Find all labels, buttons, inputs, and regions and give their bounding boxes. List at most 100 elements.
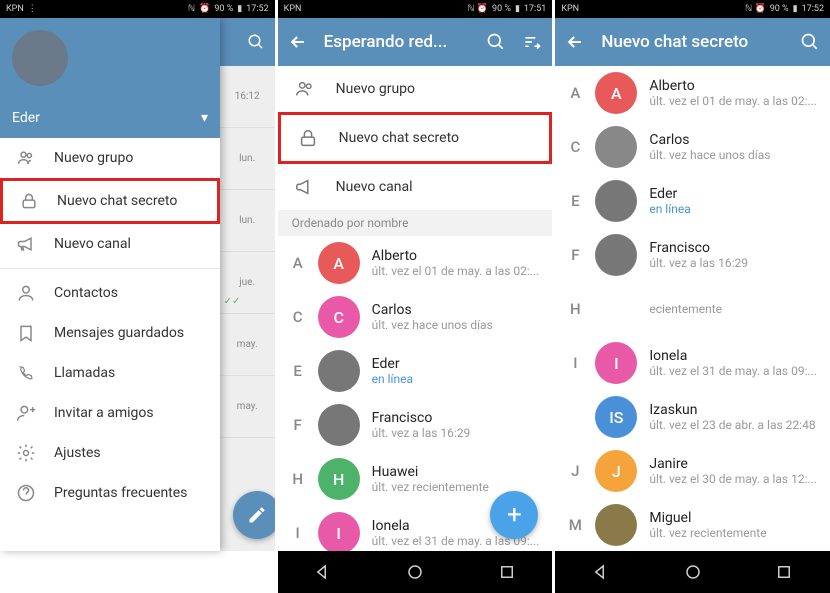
chat-row[interactable]: ✓✓jue. [220, 252, 275, 314]
chat-list-background: 16:12 lun. lun. ✓✓jue. may. may. [220, 18, 275, 551]
contact-avatar [595, 504, 637, 546]
home-nav-icon[interactable] [406, 563, 424, 581]
back-icon[interactable] [288, 32, 308, 52]
contact-status: últ. vez el 01 de may. a las 02:... [372, 264, 545, 278]
search-icon[interactable] [247, 33, 265, 51]
contact-row[interactable]: JJJanireúlt. vez el 30 de may. a las 12:… [555, 444, 830, 498]
contact-name: Miguel [649, 510, 822, 526]
drawer-item-invite[interactable]: Invitar a amigos [0, 393, 220, 433]
back-icon[interactable] [565, 32, 585, 52]
drawer-item-contacts[interactable]: Contactos [0, 273, 220, 313]
user-avatar[interactable] [12, 30, 68, 86]
contact-row[interactable]: F Franciscoúlt. vez a las 16:29 [278, 398, 553, 452]
lock-icon [297, 127, 319, 149]
phone-icon [16, 363, 36, 383]
chat-row[interactable]: 16:12 [220, 66, 275, 128]
status-bar: KPN ℕ ⏰90 %▮17:51 [278, 0, 553, 18]
chevron-down-icon[interactable]: ▾ [201, 110, 208, 126]
drawer-item-settings[interactable]: Ajustes [0, 433, 220, 473]
contact-avatar: A [595, 72, 637, 114]
nfc-icon: ℕ [188, 4, 195, 14]
drawer-item-saved[interactable]: Mensajes guardados [0, 313, 220, 353]
search-icon[interactable] [486, 32, 506, 52]
contact-name: Huawei [372, 464, 545, 480]
contact-avatar [595, 288, 637, 330]
contact-status: últ. vez hace unos días [649, 148, 822, 162]
drawer-label: Invitar a amigos [54, 405, 154, 421]
drawer-item-secret-chat[interactable]: Nuevo chat secreto [0, 178, 220, 224]
index-letter: E [278, 362, 318, 380]
contact-name: Francisco [372, 410, 545, 426]
drawer-item-new-group[interactable]: Nuevo grupo [0, 138, 220, 178]
contact-avatar: J [595, 450, 637, 492]
contact-row[interactable]: AAAlbertoúlt. vez el 01 de may. a las 02… [555, 66, 830, 120]
chat-row[interactable]: lun. [220, 128, 275, 190]
username: Eder [12, 110, 40, 126]
drawer-item-new-channel[interactable]: Nuevo canal [0, 224, 220, 264]
compose-fab[interactable] [233, 491, 275, 539]
app-header: Esperando red... [278, 18, 553, 66]
index-letter: A [278, 254, 318, 272]
contact-row[interactable]: MMiguelúlt. vez recientemente [555, 498, 830, 551]
chat-row[interactable]: lun. [220, 190, 275, 252]
contact-avatar [595, 234, 637, 276]
drawer-label: Mensajes guardados [54, 325, 184, 341]
drawer-label: Nuevo chat secreto [57, 193, 177, 209]
home-nav-icon[interactable] [684, 563, 702, 581]
drawer-label: Preguntas frecuentes [54, 485, 187, 501]
chat-row[interactable]: may. [220, 376, 275, 438]
index-letter: E [555, 192, 595, 210]
contact-name: Eder [372, 356, 545, 372]
contact-avatar [595, 126, 637, 168]
menu-new-group[interactable]: Nuevo grupo [278, 66, 553, 112]
drawer-item-faq[interactable]: Preguntas frecuentes [0, 473, 220, 513]
back-nav-icon[interactable] [592, 563, 610, 581]
back-nav-icon[interactable] [314, 563, 332, 581]
contact-name: Carlos [372, 302, 545, 318]
drawer-header[interactable]: Eder ▾ [0, 18, 220, 138]
drawer-item-calls[interactable]: Llamadas [0, 353, 220, 393]
add-fab[interactable]: + [490, 491, 538, 539]
contact-status: últ. vez a las 16:29 [372, 426, 545, 440]
battery-pct: 90 % [214, 4, 233, 14]
menu-label: Nuevo canal [336, 179, 413, 195]
contact-avatar: A [318, 242, 360, 284]
search-icon[interactable] [800, 32, 820, 52]
contact-status: en línea [372, 372, 545, 386]
contact-row[interactable]: Hecientemente [555, 282, 830, 336]
menu-new-channel[interactable]: Nuevo canal [278, 164, 553, 210]
contact-row[interactable]: E Ederen línea [278, 344, 553, 398]
contact-name: Janire [649, 456, 822, 472]
status-bar: KPN ℕ ⏰90 %▮17:52 [555, 0, 830, 18]
contact-row[interactable]: EEderen línea [555, 174, 830, 228]
contact-row[interactable]: C Carlosúlt. vez hace unos días [555, 120, 830, 174]
sort-icon[interactable] [522, 32, 542, 52]
contact-row[interactable]: FFranciscoúlt. vez a las 16:29 [555, 228, 830, 282]
menu-secret-chat[interactable]: Nuevo chat secreto [278, 112, 553, 164]
divider [0, 268, 220, 269]
contact-row[interactable]: CCCarlosúlt. vez hace unos días [278, 290, 553, 344]
contact-list[interactable]: AAAlbertoúlt. vez el 01 de may. a las 02… [555, 66, 830, 551]
recent-nav-icon[interactable] [498, 563, 516, 581]
index-letter: J [555, 462, 595, 480]
contact-avatar: I [595, 342, 637, 384]
index-letter: C [278, 308, 318, 326]
gear-icon [16, 443, 36, 463]
contact-name: Carlos [649, 132, 822, 148]
contact-avatar: I [318, 512, 360, 551]
status-bar: KPN⋮ ℕ⏰90 %▮17:52 [0, 0, 275, 18]
battery-icon: ▮ [237, 4, 242, 14]
contact-name: Eder [649, 186, 822, 202]
megaphone-icon [16, 234, 36, 254]
contact-name: Ionela [649, 348, 822, 364]
index-letter: F [278, 416, 318, 434]
contact-row[interactable]: AAAlbertoúlt. vez el 01 de may. a las 02… [278, 236, 553, 290]
navigation-drawer: Eder ▾ Nuevo grupo Nuevo chat secreto Nu… [0, 18, 220, 551]
drawer-label: Llamadas [54, 365, 115, 381]
recent-nav-icon[interactable] [775, 563, 793, 581]
chat-row[interactable]: may. [220, 314, 275, 376]
contact-avatar: H [318, 458, 360, 500]
contact-row[interactable]: IIIonelaúlt. vez el 31 de may. a las 09:… [555, 336, 830, 390]
index-letter: C [555, 138, 595, 156]
contact-row[interactable]: ISIzaskunúlt. vez el 23 de abr. a las 22… [555, 390, 830, 444]
